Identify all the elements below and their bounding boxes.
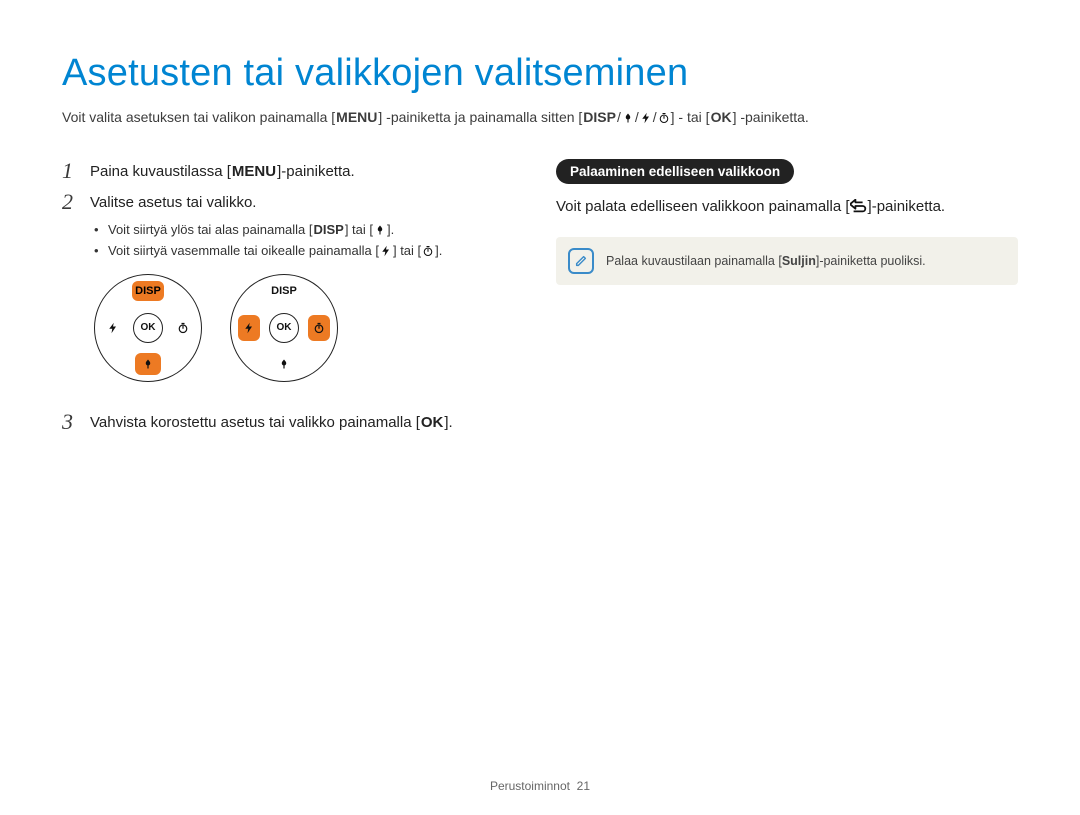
dial-right-timer-icon [172, 315, 194, 341]
ok-label: OK [710, 109, 733, 125]
dial-center-ok: OK [133, 313, 163, 343]
ok-label: OK [420, 412, 445, 435]
dial-left-flash-icon [238, 315, 260, 341]
step-2: 2 Valitse asetus tai valikko. [62, 190, 524, 215]
step-3: 3 Vahvista korostettu asetus tai valikko… [62, 410, 524, 435]
note-icon [568, 248, 594, 274]
note-box: Palaa kuvaustilaan painamalla [Suljin]-p… [556, 237, 1018, 285]
disp-label: DISP [312, 220, 344, 241]
intro-text: Voit valita asetuksen tai valikon painam… [62, 109, 335, 125]
menu-label: MENU [231, 161, 277, 184]
back-icon [850, 199, 868, 213]
left-column: 1 Paina kuvaustilassa [MENU]-painiketta.… [62, 159, 524, 440]
section-badge: Palaaminen edelliseen valikkoon [556, 159, 794, 184]
dial-illustration: DISP OK DISP OK [94, 274, 524, 382]
step-text: ]-painiketta. [277, 163, 355, 180]
dial-left-flash-icon [102, 315, 124, 341]
step-number: 1 [62, 159, 90, 183]
step-text: Vahvista korostettu asetus tai valikko p… [90, 414, 420, 431]
page-footer: Perustoiminnot 21 [0, 779, 1080, 793]
return-text: Voit palata edelliseen valikkoon painama… [556, 198, 850, 215]
footer-section: Perustoiminnot [490, 779, 570, 793]
step-number: 2 [62, 190, 90, 214]
disp-label: DISP [582, 109, 617, 125]
dial-bottom-macro-icon [271, 353, 297, 375]
step-number: 3 [62, 410, 90, 434]
dial-right-timer-icon [308, 315, 330, 341]
dial-bottom-macro-icon [135, 353, 161, 375]
dial-vertical: DISP OK [94, 274, 202, 382]
intro-text: ] -painiketta ja painamalla sitten [ [378, 109, 582, 125]
intro-paragraph: Voit valita asetuksen tai valikon painam… [62, 109, 1018, 125]
return-paragraph: Voit palata edelliseen valikkoon painama… [556, 196, 1018, 219]
page-title: Asetusten tai valikkojen valitseminen [62, 52, 1018, 95]
macro-icon [373, 224, 387, 236]
note-bold: Suljin [782, 254, 816, 268]
step-text: Valitse asetus tai valikko. [90, 190, 524, 215]
bullet-text: Voit siirtyä vasemmalle tai oikealle pai… [108, 243, 379, 258]
step-text: ]. [444, 414, 452, 431]
bullet-text: ] tai [ [393, 243, 421, 258]
bullet-text: ]. [387, 222, 394, 237]
note-text: Palaa kuvaustilaan painamalla [ [606, 254, 782, 268]
note-text: ]-painiketta puoliksi. [816, 254, 926, 268]
macro-icon [621, 112, 635, 124]
intro-text: ] -painiketta. [733, 109, 809, 125]
step-text: Paina kuvaustilassa [ [90, 163, 231, 180]
return-text: ]-painiketta. [868, 198, 946, 215]
step-2-bullets: Voit siirtyä ylös tai alas painamalla [D… [94, 220, 524, 262]
timer-icon [421, 245, 435, 257]
dial-top-disp: DISP [132, 281, 164, 301]
dial-horizontal: DISP OK [230, 274, 338, 382]
bullet-text: Voit siirtyä ylös tai alas painamalla [ [108, 222, 312, 237]
flash-icon [639, 112, 653, 124]
dial-top-disp: DISP [268, 281, 300, 301]
footer-page-number: 21 [577, 779, 590, 793]
step-1: 1 Paina kuvaustilassa [MENU]-painiketta. [62, 159, 524, 184]
right-column: Palaaminen edelliseen valikkoon Voit pal… [556, 159, 1018, 440]
dial-center-ok: OK [269, 313, 299, 343]
bullet-text: ]. [435, 243, 442, 258]
timer-icon [657, 112, 671, 124]
flash-icon [379, 245, 393, 257]
intro-text: ] - tai [ [671, 109, 710, 125]
bullet-text: ] tai [ [345, 222, 373, 237]
menu-label: MENU [335, 109, 378, 125]
